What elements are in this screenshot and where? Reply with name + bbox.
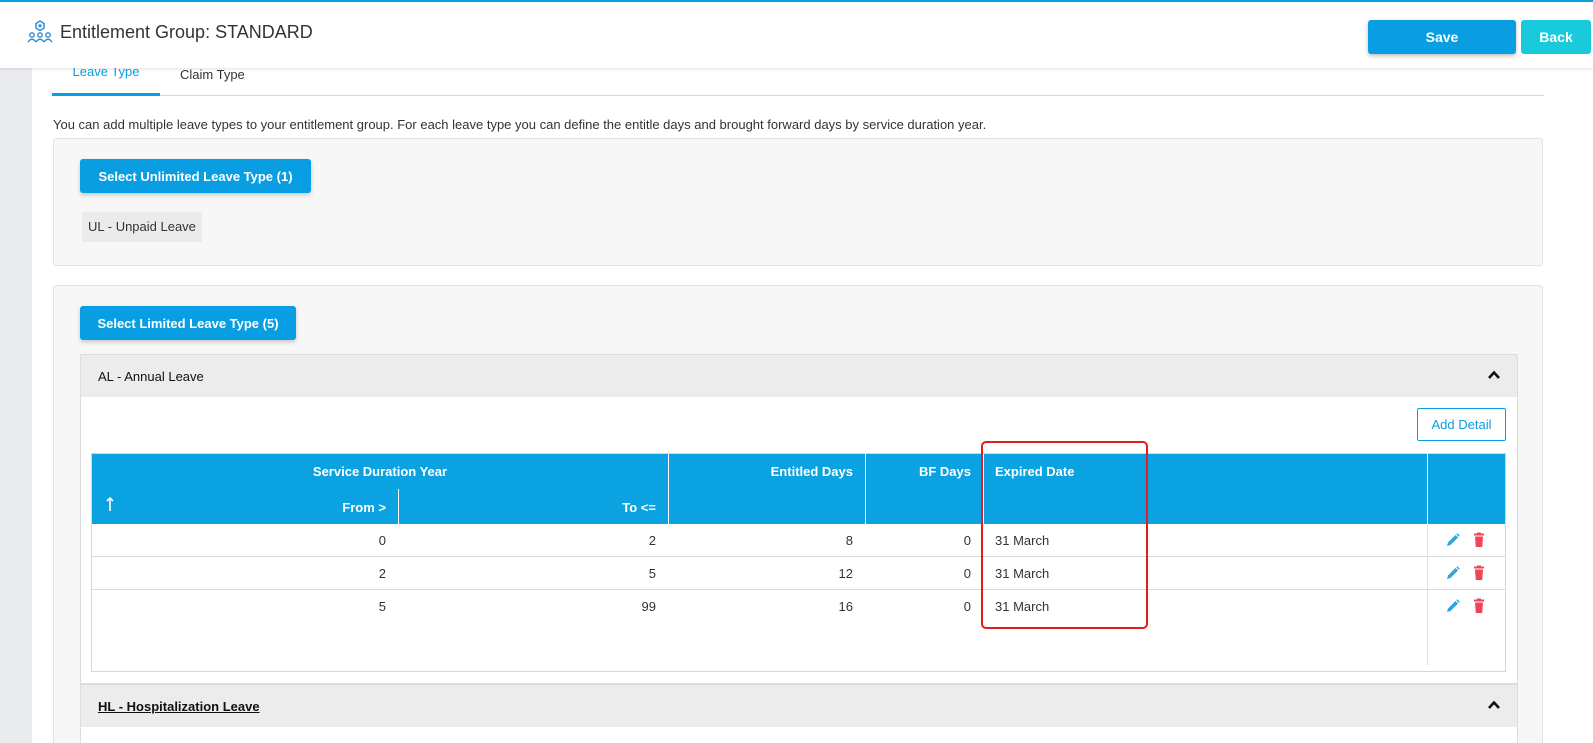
pencil-icon[interactable] [1445,565,1461,581]
row-divider [1427,524,1428,557]
pencil-icon[interactable] [1445,598,1461,614]
table-row: 5 99 16 0 31 March [92,590,1505,665]
cell-entitled-days: 12 [838,566,853,581]
pencil-icon[interactable] [1445,532,1461,548]
unlimited-leave-panel: Select Unlimited Leave Type (1) UL - Unp… [53,138,1543,266]
cell-to: 2 [648,533,656,548]
back-button[interactable]: Back [1521,20,1591,54]
cell-to: 5 [648,566,656,581]
column-header-bf-days[interactable]: BF Days [865,464,971,479]
row-divider [1427,557,1428,590]
row-divider [1427,590,1428,665]
column-header-from[interactable]: From > [92,500,386,515]
accordion-annual-leave: AL - Annual Leave Add Detail Service Dur… [80,354,1518,684]
people-network-icon [27,20,53,43]
column-group-header: Service Duration Year [312,464,448,479]
expired-date-highlight [981,441,1148,629]
cell-from: 0 [378,533,386,548]
tab-bar: Leave Type Claim Type [52,65,1544,96]
cell-bf-days: 0 [963,599,971,614]
cell-to: 99 [641,599,656,614]
table-header: Service Duration Year From > To <= Entit… [92,454,1505,524]
header-divider [398,489,399,524]
trash-icon[interactable] [1471,565,1487,581]
trash-icon[interactable] [1471,598,1487,614]
limited-leave-panel: Select Limited Leave Type (5) AL - Annua… [53,285,1543,743]
chevron-up-icon[interactable] [1487,369,1501,381]
page-header: Entitlement Group: STANDARD Save Back [0,2,1593,68]
entitlement-table: Service Duration Year From > To <= Entit… [91,453,1506,672]
page-title: Entitlement Group: STANDARD [60,22,313,42]
header-divider [865,454,866,524]
column-header-entitled-days[interactable]: Entitled Days [668,464,853,479]
header-divider [668,454,669,524]
trash-icon[interactable] [1471,532,1487,548]
select-limited-leave-button[interactable]: Select Limited Leave Type (5) [80,306,296,340]
cell-entitled-days: 16 [838,599,853,614]
accordion-hospitalization-leave: HL - Hospitalization Leave [80,684,1518,743]
cell-from: 2 [378,566,386,581]
add-detail-button[interactable]: Add Detail [1417,408,1506,441]
chevron-up-icon[interactable] [1487,699,1501,711]
select-unlimited-leave-button[interactable]: Select Unlimited Leave Type (1) [80,159,311,193]
tab-leave-type[interactable]: Leave Type [52,65,160,96]
cell-bf-days: 0 [963,566,971,581]
cell-entitled-days: 8 [845,533,853,548]
table-row: 2 5 12 0 31 March [92,557,1505,590]
column-header-to[interactable]: To <= [398,500,656,515]
save-button[interactable]: Save [1368,20,1516,54]
description-text: You can add multiple leave types to your… [53,117,987,132]
accordion-title: AL - Annual Leave [98,369,204,384]
tab-claim-type[interactable]: Claim Type [180,68,245,96]
accordion-title[interactable]: HL - Hospitalization Leave [98,699,260,714]
cell-bf-days: 0 [963,533,971,548]
main-content: Leave Type Claim Type You can add multip… [32,65,1593,743]
leave-chip-unpaid: UL - Unpaid Leave [82,212,202,242]
accordion-header-annual-leave[interactable]: AL - Annual Leave [81,355,1517,397]
accordion-header-hospitalization-leave[interactable]: HL - Hospitalization Leave [81,685,1517,727]
table-row: 0 2 8 0 31 March [92,524,1505,557]
header-divider [1427,454,1428,524]
cell-from: 5 [378,599,386,614]
